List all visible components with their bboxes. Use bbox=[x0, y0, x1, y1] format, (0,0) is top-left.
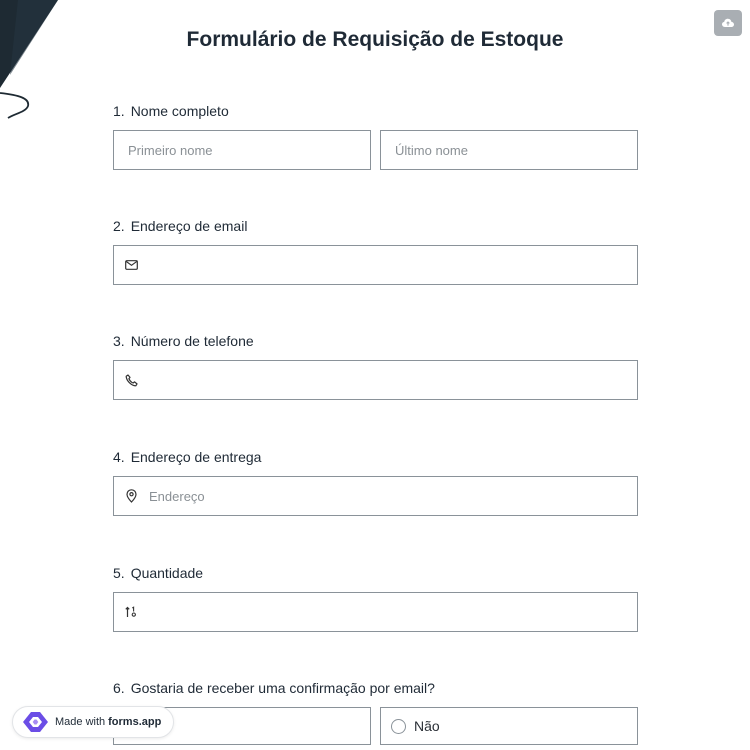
first-name-field bbox=[113, 130, 371, 170]
question-label: Nome completo bbox=[130, 103, 229, 119]
mail-icon bbox=[124, 258, 138, 272]
question-label: Número de telefone bbox=[130, 333, 254, 349]
first-name-input[interactable] bbox=[114, 131, 370, 169]
radio-option-no[interactable]: Não bbox=[380, 707, 638, 745]
email-input[interactable] bbox=[114, 246, 637, 284]
phone-icon bbox=[124, 373, 138, 387]
cloud-upload-icon bbox=[722, 18, 734, 27]
question-number: 5. bbox=[113, 565, 125, 581]
question-label: Endereço de entrega bbox=[130, 449, 262, 465]
radio-option-label: Não bbox=[414, 718, 440, 734]
badge-brand: forms.app bbox=[108, 716, 162, 728]
question-label: Quantidade bbox=[130, 565, 204, 581]
number-sort-icon bbox=[124, 605, 138, 619]
question-email-confirmation: 6. Gostaria de receber uma confirmação p… bbox=[113, 679, 638, 745]
question-quantity: 5. Quantidade bbox=[113, 564, 638, 632]
question-number: 1. bbox=[113, 103, 125, 119]
phone-input[interactable] bbox=[114, 361, 637, 399]
made-with-badge[interactable]: Made with forms.app bbox=[12, 706, 175, 738]
quantity-field bbox=[113, 592, 638, 632]
quantity-input[interactable] bbox=[114, 593, 637, 631]
phone-field bbox=[113, 360, 638, 400]
question-delivery-address: 4. Endereço de entrega bbox=[113, 448, 638, 516]
address-input[interactable] bbox=[114, 477, 637, 515]
question-label: Endereço de email bbox=[130, 218, 248, 234]
question-number: 2. bbox=[113, 218, 125, 234]
last-name-field bbox=[380, 130, 638, 170]
radio-circle-icon bbox=[391, 718, 406, 734]
email-field bbox=[113, 245, 638, 285]
corner-decoration bbox=[0, 0, 58, 119]
forms-app-logo-icon bbox=[23, 712, 48, 732]
question-number: 3. bbox=[113, 333, 125, 349]
last-name-input[interactable] bbox=[381, 131, 637, 169]
question-email: 2. Endereço de email bbox=[113, 217, 638, 285]
form-page: Formulário de Requisição de Estoque 1. N… bbox=[0, 0, 750, 750]
badge-prefix: Made with bbox=[55, 716, 106, 728]
map-pin-icon bbox=[124, 489, 138, 503]
question-number: 4. bbox=[113, 449, 125, 465]
form-title: Formulário de Requisição de Estoque bbox=[186, 28, 564, 51]
question-phone: 3. Número de telefone bbox=[113, 332, 638, 400]
question-label: Gostaria de receber uma confirmação por … bbox=[130, 680, 435, 696]
question-full-name: 1. Nome completo bbox=[113, 102, 638, 170]
address-field bbox=[113, 476, 638, 516]
question-number: 6. bbox=[113, 680, 125, 696]
